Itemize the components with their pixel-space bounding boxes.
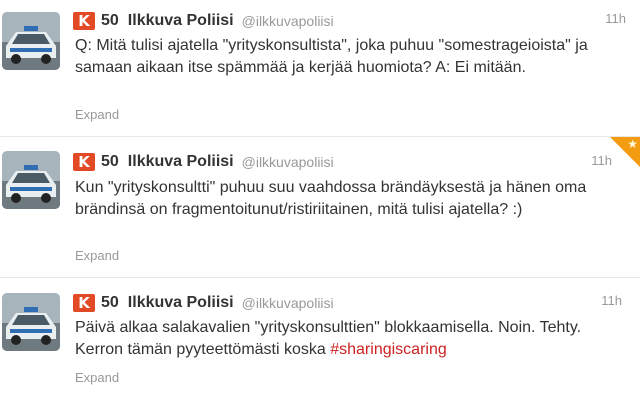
klout-icon-glyph: K: [78, 12, 90, 30]
expand-link[interactable]: Expand: [75, 107, 119, 122]
expand-link[interactable]: Expand: [75, 370, 119, 385]
tweet[interactable]: ★ K 50 Ilkkuva Poliisi @ilkkuvapoliisi 1…: [0, 137, 640, 278]
klout-icon[interactable]: K: [73, 294, 95, 312]
tweet[interactable]: K 50 Ilkkuva Poliisi @ilkkuvapoliisi 11h…: [0, 0, 640, 137]
tweet-timestamp[interactable]: 11h: [601, 293, 622, 308]
tweet-text: Päivä alkaa salakavalien "yrityskonsultt…: [75, 317, 627, 361]
favorite-star-icon: ★: [627, 137, 638, 151]
avatar[interactable]: [2, 293, 60, 351]
tweet-text-body: Päivä alkaa salakavalien "yrityskonsultt…: [75, 319, 582, 358]
klout-score: 50: [101, 153, 119, 170]
author-username[interactable]: @ilkkuvapoliisi: [242, 295, 334, 311]
tweet-header: K 50 Ilkkuva Poliisi @ilkkuvapoliisi: [73, 292, 334, 314]
klout-icon[interactable]: K: [73, 12, 95, 30]
tweet-header: K 50 Ilkkuva Poliisi @ilkkuvapoliisi: [73, 10, 334, 32]
police-car-avatar-image: [2, 12, 60, 70]
tweet-timestamp[interactable]: 11h: [605, 11, 626, 26]
tweet[interactable]: K 50 Ilkkuva Poliisi @ilkkuvapoliisi 11h…: [0, 278, 640, 401]
author-username[interactable]: @ilkkuvapoliisi: [242, 154, 334, 170]
klout-score: 50: [101, 294, 119, 311]
author-fullname[interactable]: Ilkkuva Poliisi: [128, 153, 234, 171]
police-car-avatar-image: [2, 293, 60, 351]
expand-link[interactable]: Expand: [75, 248, 119, 263]
avatar[interactable]: [2, 12, 60, 70]
avatar[interactable]: [2, 151, 60, 209]
author-fullname[interactable]: Ilkkuva Poliisi: [128, 294, 234, 312]
klout-score: 50: [101, 12, 119, 29]
klout-icon-glyph: K: [78, 153, 90, 171]
tweet-text: Q: Mitä tulisi ajatella "yrityskonsultis…: [75, 37, 588, 76]
author-fullname[interactable]: Ilkkuva Poliisi: [128, 12, 234, 30]
tweet-timeline: K 50 Ilkkuva Poliisi @ilkkuvapoliisi 11h…: [0, 0, 640, 401]
tweet-header: K 50 Ilkkuva Poliisi @ilkkuvapoliisi: [73, 151, 334, 173]
author-username[interactable]: @ilkkuvapoliisi: [242, 13, 334, 29]
hashtag-link[interactable]: #sharingiscaring: [330, 341, 447, 358]
klout-icon[interactable]: K: [73, 153, 95, 171]
tweet-text: Kun "yrityskonsultti" puhuu suu vaahdoss…: [75, 179, 587, 218]
klout-icon-glyph: K: [78, 294, 90, 312]
police-car-avatar-image: [2, 151, 60, 209]
tweet-timestamp[interactable]: 11h: [591, 153, 612, 168]
